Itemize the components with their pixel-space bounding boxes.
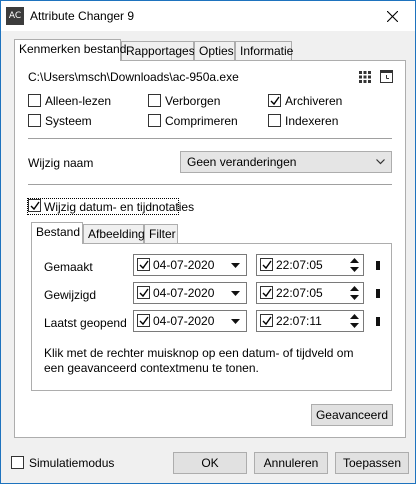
grid-view-icon[interactable] xyxy=(359,71,371,83)
rename-dropdown-value: Geen veranderingen xyxy=(187,155,297,169)
advanced-button[interactable]: Geavanceerd xyxy=(311,404,393,426)
checkmark-icon xyxy=(139,288,149,298)
tab-kenmerken-bestand[interactable]: Kenmerken bestand xyxy=(14,39,126,61)
time-window-icon[interactable] xyxy=(380,70,393,83)
date-checkbox[interactable] xyxy=(137,314,150,327)
time-value: 22:07:05 xyxy=(276,286,323,300)
time-value: 22:07:11 xyxy=(276,314,322,328)
checkbox-simulatiemodus[interactable] xyxy=(11,456,24,469)
checkmark-icon xyxy=(262,288,272,298)
checkbox-alleen-lezen[interactable] xyxy=(28,94,41,107)
main-window: AC Attribute Changer 9 Kenmerken bestand… xyxy=(0,0,416,484)
row-menu-handle[interactable] xyxy=(376,261,380,270)
spinner-icon[interactable] xyxy=(350,285,359,301)
checkbox-indexeren[interactable] xyxy=(268,114,281,127)
date-field-laatst-geopend[interactable]: 04-07-2020 xyxy=(133,310,247,332)
checkbox-verborgen[interactable] xyxy=(148,94,161,107)
ok-button[interactable]: OK xyxy=(173,452,247,474)
date-value: 04-07-2020 xyxy=(153,258,215,272)
label-simulatiemodus: Simulatiemodus xyxy=(29,456,115,470)
time-checkbox[interactable] xyxy=(260,314,273,327)
file-path: C:\Users\msch\Downloads\ac-950a.exe xyxy=(28,70,239,84)
time-value: 22:07:05 xyxy=(276,258,323,272)
label-comprimeren: Comprimeren xyxy=(165,114,238,128)
time-field-gewijzigd[interactable]: 22:07:05 xyxy=(256,282,364,304)
time-field-laatst-geopend[interactable]: 22:07:11 xyxy=(256,310,364,332)
checkbox-comprimeren[interactable] xyxy=(148,114,161,127)
app-icon: AC xyxy=(6,7,24,25)
checkmark-icon xyxy=(262,260,272,270)
rename-label: Wijzig naam xyxy=(28,156,94,170)
chevron-down-icon xyxy=(231,263,240,268)
checkbox-archiveren[interactable] xyxy=(268,94,281,107)
date-checkbox[interactable] xyxy=(137,286,150,299)
title-bar: AC Attribute Changer 9 xyxy=(1,1,415,31)
date-field-gemaakt[interactable]: 04-07-2020 xyxy=(133,254,247,276)
spinner-icon[interactable] xyxy=(350,313,359,329)
cancel-button[interactable]: Annuleren xyxy=(254,452,328,474)
tab-informatie[interactable]: Informatie xyxy=(235,41,293,61)
label-wijzig-datum: Wijzig datum- en tijdnotaties xyxy=(44,200,195,214)
time-checkbox[interactable] xyxy=(260,286,273,299)
datetime-subpanel: Gemaakt 04-07-2020 22:07:05 Gewijzigd 04… xyxy=(31,243,392,391)
subtab-bestand[interactable]: Bestand xyxy=(31,222,83,244)
time-field-gemaakt[interactable]: 22:07:05 xyxy=(256,254,364,276)
separator xyxy=(28,138,392,139)
rename-dropdown[interactable]: Geen veranderingen xyxy=(180,151,392,173)
label-systeem: Systeem xyxy=(45,114,92,128)
tab-rapportages[interactable]: Rapportages xyxy=(121,41,195,61)
apply-button[interactable]: Toepassen xyxy=(335,452,409,474)
row-menu-handle[interactable] xyxy=(376,289,380,298)
close-icon xyxy=(386,10,398,22)
tab-panel-kenmerken: C:\Users\msch\Downloads\ac-950a.exe Alle… xyxy=(14,60,406,438)
row-label-gewijzigd: Gewijzigd xyxy=(44,288,97,302)
checkmark-icon xyxy=(262,316,272,326)
date-value: 04-07-2020 xyxy=(153,314,215,328)
date-field-gewijzigd[interactable]: 04-07-2020 xyxy=(133,282,247,304)
checkbox-systeem[interactable] xyxy=(28,114,41,127)
separator xyxy=(28,184,392,185)
time-checkbox[interactable] xyxy=(260,258,273,271)
chevron-down-icon xyxy=(231,291,240,296)
label-verborgen: Verborgen xyxy=(165,94,221,108)
chevron-down-icon xyxy=(231,319,240,324)
date-checkbox[interactable] xyxy=(137,258,150,271)
checkmark-icon xyxy=(139,316,149,326)
spinner-icon[interactable] xyxy=(350,257,359,273)
window-title: Attribute Changer 9 xyxy=(30,9,135,23)
tab-opties[interactable]: Opties xyxy=(194,41,235,61)
label-indexeren: Indexeren xyxy=(285,114,339,128)
label-archiveren: Archiveren xyxy=(285,94,343,108)
subtab-filter[interactable]: Filter xyxy=(144,224,178,244)
close-button[interactable] xyxy=(369,1,415,31)
row-menu-handle[interactable] xyxy=(376,317,380,326)
checkmark-icon xyxy=(270,96,280,106)
chevron-down-icon xyxy=(376,159,385,165)
date-value: 04-07-2020 xyxy=(153,286,215,300)
row-label-gemaakt: Gemaakt xyxy=(44,260,93,274)
checkmark-icon xyxy=(30,201,40,211)
subtab-afbeelding[interactable]: Afbeelding xyxy=(83,224,145,244)
row-label-laatst-geopend: Laatst geopend xyxy=(44,316,127,330)
context-menu-hint: Klik met de rechter muisknop op een datu… xyxy=(44,346,354,375)
checkbox-wijzig-datum[interactable] xyxy=(28,199,41,212)
checkmark-icon xyxy=(139,260,149,270)
label-alleen-lezen: Alleen-lezen xyxy=(45,94,112,108)
